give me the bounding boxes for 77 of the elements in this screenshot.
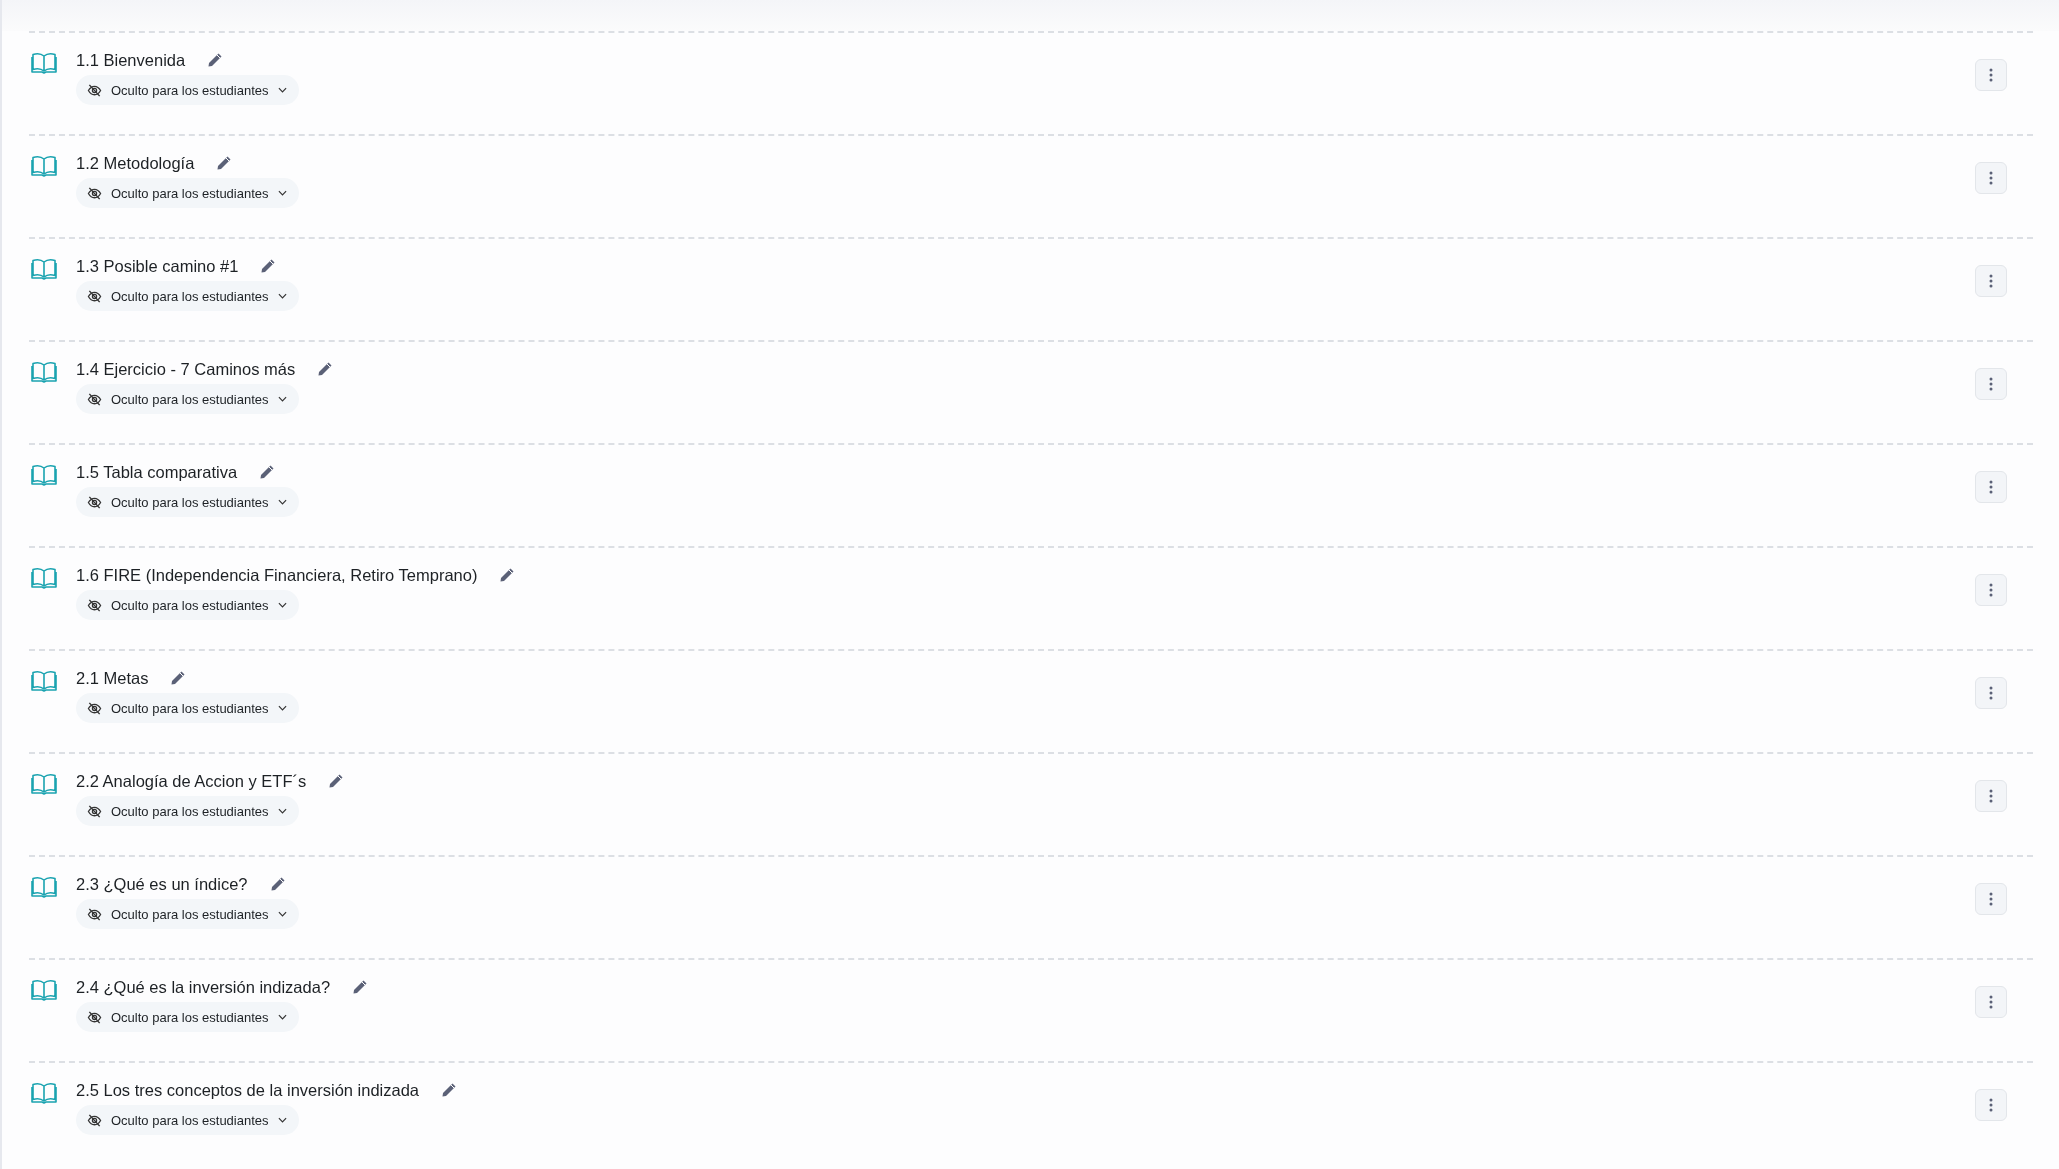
- activity-title[interactable]: 2.2 Analogía de Accion y ETF´s: [76, 771, 307, 791]
- eye-slash-icon: [87, 288, 102, 304]
- kebab-menu-icon: [1989, 892, 1993, 906]
- edit-icon[interactable]: [170, 670, 187, 686]
- visibility-dropdown[interactable]: Oculto para los estudiantes: [76, 899, 299, 929]
- chevron-down-icon: [277, 1117, 287, 1123]
- edit-icon[interactable]: [207, 52, 224, 68]
- visibility-dropdown[interactable]: Oculto para los estudiantes: [76, 487, 299, 517]
- eye-slash-icon: [87, 185, 102, 201]
- visibility-dropdown[interactable]: Oculto para los estudiantes: [76, 281, 299, 311]
- chevron-down-icon: [277, 396, 287, 402]
- edit-icon[interactable]: [259, 464, 276, 480]
- eye-slash-icon: [87, 803, 102, 819]
- eye-slash-icon: [87, 1009, 102, 1025]
- chevron-down-icon: [277, 911, 287, 917]
- activity-title[interactable]: 1.2 Metodología: [76, 153, 195, 173]
- kebab-menu-icon: [1989, 171, 1993, 185]
- activity-title[interactable]: 1.1 Bienvenida: [76, 50, 186, 70]
- activity-title[interactable]: 1.5 Tabla comparativa: [76, 462, 238, 482]
- visibility-dropdown[interactable]: Oculto para los estudiantes: [76, 693, 299, 723]
- activity-title[interactable]: 2.5 Los tres conceptos de la inversión indizada: [76, 1080, 420, 1100]
- book-icon: [31, 464, 57, 486]
- edit-icon[interactable]: [352, 979, 369, 995]
- activity-title[interactable]: 2.3 ¿Qué es un índice?: [76, 874, 248, 894]
- edit-icon[interactable]: [328, 773, 345, 789]
- kebab-menu-icon: [1989, 68, 1993, 82]
- chevron-down-icon: [277, 293, 287, 299]
- activity-title[interactable]: 2.1 Metas: [76, 668, 149, 688]
- book-icon: [31, 979, 57, 1001]
- book-icon: [31, 155, 57, 177]
- chevron-down-icon: [277, 602, 287, 608]
- eye-slash-icon: [87, 494, 102, 510]
- book-icon: [31, 258, 57, 280]
- chevron-down-icon: [277, 808, 287, 814]
- visibility-dropdown[interactable]: Oculto para los estudiantes: [76, 75, 299, 105]
- eye-slash-icon: [87, 906, 102, 922]
- visibility-dropdown[interactable]: Oculto para los estudiantes: [76, 796, 299, 826]
- kebab-menu-icon: [1989, 1098, 1993, 1112]
- kebab-menu-icon: [1989, 995, 1993, 1009]
- edit-icon[interactable]: [269, 876, 286, 892]
- book-icon: [31, 876, 57, 898]
- eye-slash-icon: [87, 391, 102, 407]
- chevron-down-icon: [277, 499, 287, 505]
- edit-icon[interactable]: [216, 155, 233, 171]
- chevron-down-icon: [277, 1014, 287, 1020]
- kebab-menu-icon: [1989, 480, 1993, 494]
- chevron-down-icon: [277, 705, 287, 711]
- visibility-dropdown[interactable]: Oculto para los estudiantes: [76, 384, 299, 414]
- book-icon: [31, 773, 57, 795]
- book-icon: [31, 567, 57, 589]
- kebab-menu-icon: [1989, 274, 1993, 288]
- kebab-menu-icon: [1989, 686, 1993, 700]
- edit-icon[interactable]: [441, 1082, 458, 1098]
- book-icon: [31, 361, 57, 383]
- visibility-dropdown[interactable]: Oculto para los estudiantes: [76, 590, 299, 620]
- activity-title[interactable]: 1.6 FIRE (Independencia Financiera, Retiro Temprano): [76, 565, 478, 585]
- edit-icon[interactable]: [260, 258, 277, 274]
- eye-slash-icon: [87, 1112, 102, 1128]
- book-icon: [31, 670, 57, 692]
- eye-slash-icon: [87, 597, 102, 613]
- visibility-dropdown[interactable]: Oculto para los estudiantes: [76, 1002, 299, 1032]
- activity-title[interactable]: 1.3 Posible camino #1: [76, 256, 239, 276]
- activity-title[interactable]: 1.4 Ejercicio - 7 Caminos más: [76, 359, 296, 379]
- visibility-dropdown[interactable]: Oculto para los estudiantes: [76, 178, 299, 208]
- visibility-dropdown[interactable]: Oculto para los estudiantes: [76, 1105, 299, 1135]
- book-icon: [31, 1082, 57, 1104]
- eye-slash-icon: [87, 700, 102, 716]
- kebab-menu-icon: [1989, 377, 1993, 391]
- chevron-down-icon: [277, 87, 287, 93]
- activity-title[interactable]: 2.4 ¿Qué es la inversión indizada?: [76, 977, 331, 997]
- edit-icon[interactable]: [499, 567, 516, 583]
- eye-slash-icon: [87, 82, 102, 98]
- kebab-menu-icon: [1989, 789, 1993, 803]
- book-icon: [31, 52, 57, 74]
- kebab-menu-icon: [1989, 583, 1993, 597]
- edit-icon[interactable]: [317, 361, 334, 377]
- chevron-down-icon: [277, 190, 287, 196]
